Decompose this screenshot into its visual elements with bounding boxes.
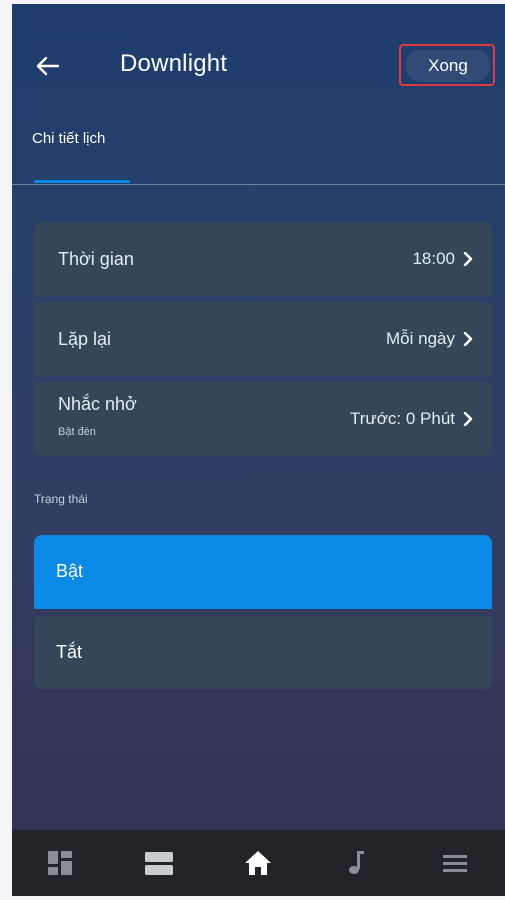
chevron-right-icon [463, 332, 473, 346]
status-section-label: Trạng thái [34, 492, 88, 506]
tab-active-indicator [34, 180, 130, 183]
repeat-value-group: Mỗi ngày [386, 329, 474, 349]
time-value: 18:00 [412, 249, 455, 268]
status-option-off[interactable]: Tắt [34, 616, 492, 689]
bottom-navigation [12, 830, 505, 896]
chevron-right-icon [463, 412, 473, 426]
home-icon [244, 851, 271, 875]
repeat-setting-row[interactable]: Lặp lại Mỗi ngày [34, 302, 492, 376]
tab-schedule-details[interactable]: Chi tiết lịch [32, 130, 105, 147]
music-note-icon [349, 851, 365, 874]
nav-menu[interactable] [435, 843, 475, 883]
reminder-value-group: Trước: 0 Phút [350, 409, 474, 429]
list-view-icon [144, 852, 173, 875]
chevron-right-icon [463, 252, 473, 266]
status-option-on[interactable]: Bật [34, 535, 492, 609]
reminder-value: Trước: 0 Phút [349, 409, 455, 428]
reminder-setting-row[interactable]: Nhắc nhở Bật đèn Trước: 0 Phút [34, 382, 492, 456]
reminder-sublabel: Bật đèn [58, 426, 96, 438]
back-button[interactable] [34, 52, 62, 80]
header: Downlight Xong [12, 4, 505, 124]
app-screen: Downlight Xong Chi tiết lịch Thời gian 1… [12, 4, 505, 896]
repeat-label: Lặp lại [58, 328, 112, 349]
status-on-label: Bật [56, 561, 84, 581]
arrow-left-icon [36, 56, 60, 76]
nav-music[interactable] [336, 843, 376, 883]
nav-home[interactable] [238, 843, 278, 883]
nav-dashboard[interactable] [40, 843, 80, 883]
status-off-label: Tắt [56, 642, 83, 662]
done-button[interactable]: Xong [406, 50, 490, 82]
page-title: Downlight [120, 50, 228, 77]
time-value-group: 18:00 [412, 249, 474, 269]
nav-list-view[interactable] [139, 843, 179, 883]
dashboard-icon [48, 851, 72, 875]
time-setting-row[interactable]: Thời gian 18:00 [34, 222, 492, 296]
reminder-label: Nhắc nhở [58, 394, 137, 414]
menu-icon [443, 855, 467, 872]
repeat-value: Mỗi ngày [386, 329, 455, 348]
time-label: Thời gian [58, 248, 134, 269]
tab-divider [12, 184, 505, 185]
